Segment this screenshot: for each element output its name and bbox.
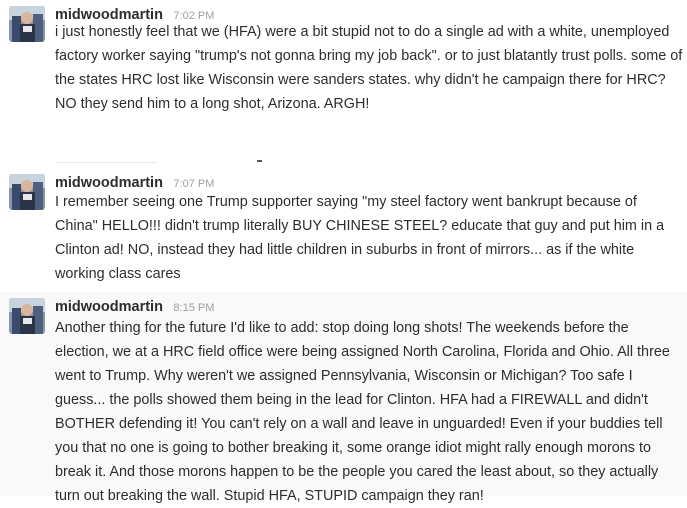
timestamp[interactable]: 7:07 PM [173,178,214,190]
username[interactable]: midwoodmartin [55,299,163,315]
message-text: i just honestly feel that we (HFA) were … [55,24,683,112]
divider [55,162,157,163]
message-item: midwoodmartin 7:07 PM I remember seeing … [0,168,687,288]
username[interactable]: midwoodmartin [55,175,163,191]
message-item: midwoodmartin 7:02 PM i just honestly fe… [0,0,687,120]
timestamp[interactable]: 8:15 PM [173,302,214,314]
message-text: I remember seeing one Trump supporter sa… [55,194,665,282]
divider-mark [257,160,262,162]
message-item: midwoodmartin 8:15 PM Another thing for … [0,292,687,504]
avatar[interactable] [9,298,45,334]
message-text: Another thing for the future I'd like to… [55,320,670,504]
avatar[interactable] [9,174,45,210]
avatar[interactable] [9,6,45,42]
